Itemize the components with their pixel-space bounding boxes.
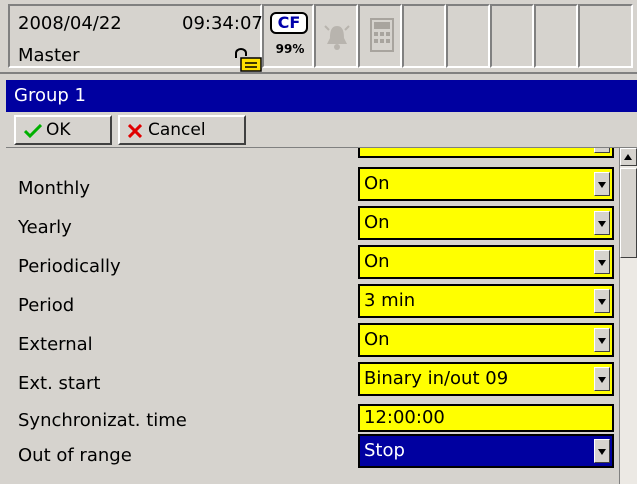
dropdown-arrow-icon[interactable] xyxy=(594,367,610,391)
yearly-value: On xyxy=(364,212,390,233)
out-of-range-select[interactable]: Stop xyxy=(358,434,614,468)
scroll-up-button[interactable] xyxy=(620,148,637,166)
row-label-external: External xyxy=(18,334,93,355)
period-select[interactable]: 3 min xyxy=(358,284,614,318)
status-slot-empty xyxy=(446,4,490,68)
external-value: On xyxy=(364,329,390,350)
dropdown-arrow-icon[interactable] xyxy=(594,172,610,196)
status-slot-empty xyxy=(490,4,534,68)
cf-usage-text: 99% xyxy=(275,42,305,56)
settings-form: Monthly On Yearly On Periodically On Per… xyxy=(6,148,616,484)
alarm-bell-icon xyxy=(324,25,350,50)
time-text: 09:34:07 xyxy=(182,13,263,34)
monthly-select[interactable]: On xyxy=(358,167,614,201)
user-level-text: Master xyxy=(18,45,80,66)
hidden-row-field[interactable] xyxy=(358,148,614,158)
sync-time-input[interactable]: 12:00:00 xyxy=(358,404,614,432)
periodically-value: On xyxy=(364,251,390,272)
row-label-yearly: Yearly xyxy=(18,217,72,238)
periodically-select[interactable]: On xyxy=(358,245,614,279)
out-of-range-value: Stop xyxy=(364,440,405,461)
row-label-ext-start: Ext. start xyxy=(18,373,101,394)
scrollbar-thumb[interactable] xyxy=(620,168,637,258)
yearly-select[interactable]: On xyxy=(358,206,614,240)
status-slot-empty xyxy=(534,4,578,68)
page-title: Group 1 xyxy=(6,80,637,112)
calculator-icon xyxy=(370,18,394,52)
dropdown-arrow-icon[interactable] xyxy=(594,148,610,153)
lock-icon xyxy=(235,48,262,72)
math-indicator[interactable] xyxy=(358,4,402,68)
ext-start-select[interactable]: Binary in/out 09 xyxy=(358,362,614,396)
status-bar: 2008/04/22 09:34:07 Master CF 99% xyxy=(0,0,637,74)
toolbar: OK Cancel xyxy=(6,112,637,148)
ok-button[interactable]: OK xyxy=(14,115,112,145)
dropdown-arrow-icon[interactable] xyxy=(594,250,610,274)
dropdown-arrow-icon[interactable] xyxy=(594,211,610,235)
ext-start-value: Binary in/out 09 xyxy=(364,368,509,389)
cancel-button[interactable]: Cancel xyxy=(118,115,246,145)
cross-icon xyxy=(128,124,142,138)
status-slot-empty xyxy=(402,4,446,68)
cf-card-indicator[interactable]: CF 99% xyxy=(262,4,314,68)
ok-button-label: OK xyxy=(46,120,71,140)
dropdown-arrow-icon[interactable] xyxy=(594,439,610,463)
vertical-scrollbar[interactable] xyxy=(619,148,637,484)
dropdown-arrow-icon[interactable] xyxy=(594,328,610,352)
date-text: 2008/04/22 xyxy=(18,13,122,34)
row-label-periodically: Periodically xyxy=(18,256,121,277)
cf-card-icon: CF xyxy=(270,12,308,34)
row-label-monthly: Monthly xyxy=(18,178,91,199)
external-select[interactable]: On xyxy=(358,323,614,357)
monthly-value: On xyxy=(364,173,390,194)
sync-time-value: 12:00:00 xyxy=(364,407,445,428)
period-value: 3 min xyxy=(364,290,416,311)
status-slot-empty xyxy=(578,4,633,68)
alarm-indicator[interactable] xyxy=(314,4,358,68)
dropdown-arrow-icon[interactable] xyxy=(594,289,610,313)
cancel-button-label: Cancel xyxy=(148,120,206,140)
check-icon xyxy=(24,124,42,138)
row-label-sync-time: Synchronizat. time xyxy=(18,410,187,431)
row-label-out-of-range: Out of range xyxy=(18,445,132,466)
row-label-period: Period xyxy=(18,295,75,316)
datetime-panel: 2008/04/22 09:34:07 Master xyxy=(8,4,263,72)
